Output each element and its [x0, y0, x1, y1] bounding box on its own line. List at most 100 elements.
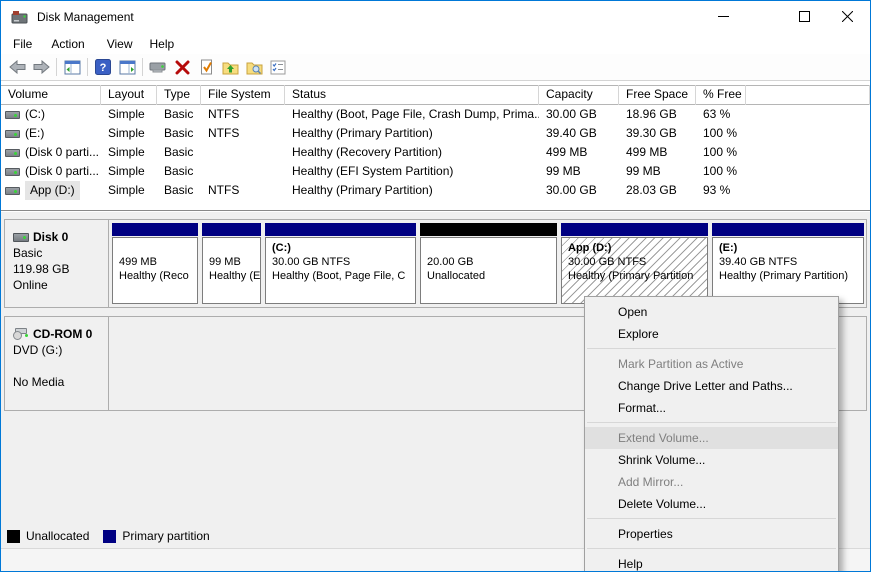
explore-folder-button[interactable] [242, 56, 266, 78]
partition-size: 99 MB [209, 255, 260, 269]
disk-icon [13, 233, 29, 242]
unallocated-swatch [7, 530, 20, 543]
minimize-button[interactable] [706, 1, 740, 31]
partition-status: Healthy (Boot, Page File, C [272, 269, 415, 283]
disk-view-button[interactable] [146, 56, 170, 78]
folder-search-icon [246, 60, 263, 75]
menu-item-delete-volume[interactable]: Delete Volume... [585, 493, 838, 515]
properties-list-icon [270, 60, 286, 75]
partition-color-bar [112, 223, 198, 236]
column-header-layout[interactable]: Layout [101, 85, 157, 105]
partition-color-bar [561, 223, 708, 236]
menu-help[interactable]: Help [145, 35, 180, 53]
cell-type: Basic [157, 105, 201, 124]
menu-item-help[interactable]: Help [585, 553, 838, 572]
column-header-capacity[interactable]: Capacity [539, 85, 619, 105]
cell-layout: Simple [101, 181, 157, 200]
app-icon [11, 9, 28, 24]
partition-label: (E:) [719, 241, 863, 255]
menu-view[interactable]: View [102, 35, 138, 53]
partition-status: Healthy (Primary Partition) [719, 269, 863, 283]
mark-active-button[interactable] [194, 56, 218, 78]
properties-list-button[interactable] [266, 56, 290, 78]
forward-icon [33, 60, 50, 74]
volume-name: (Disk 0 parti... [25, 162, 99, 181]
menu-file[interactable]: File [8, 35, 37, 53]
volume-icon [5, 168, 20, 176]
volume-row-app-d[interactable]: App (D:) Simple Basic NTFS Healthy (Prim… [1, 181, 870, 200]
cell-pct-free: 100 % [696, 124, 746, 143]
cell-capacity: 30.00 GB [539, 181, 619, 200]
menu-item-open[interactable]: Open [585, 301, 838, 323]
toolbar-separator [87, 58, 88, 76]
forward-button[interactable] [29, 56, 53, 78]
column-header-free-space[interactable]: Free Space [619, 85, 696, 105]
close-button[interactable] [830, 1, 864, 31]
cell-free-space: 18.96 GB [619, 105, 696, 124]
partition-label [427, 241, 556, 255]
back-icon [9, 60, 26, 74]
menu-item-format[interactable]: Format... [585, 397, 838, 419]
partition-e[interactable]: (E:) 39.40 GB NTFS Healthy (Primary Part… [712, 223, 864, 304]
column-header-file-system[interactable]: File System [201, 85, 285, 105]
volume-row-efi[interactable]: (Disk 0 parti... Simple Basic Healthy (E… [1, 162, 870, 181]
delete-volume-button[interactable] [170, 56, 194, 78]
show-action-pane-button[interactable] [115, 56, 139, 78]
menu-item-explore[interactable]: Explore [585, 323, 838, 345]
volume-row-recovery[interactable]: (Disk 0 parti... Simple Basic Healthy (R… [1, 143, 870, 162]
column-header-filler [746, 85, 870, 105]
back-button[interactable] [5, 56, 29, 78]
partition-status: Healthy (Reco [119, 269, 197, 283]
column-header-status[interactable]: Status [285, 85, 539, 105]
cell-status: Healthy (EFI System Partition) [285, 162, 539, 181]
cell-pct-free: 93 % [696, 181, 746, 200]
menu-item-change-drive-letter[interactable]: Change Drive Letter and Paths... [585, 375, 838, 397]
volume-name: (E:) [25, 124, 44, 143]
cell-capacity: 39.40 GB [539, 124, 619, 143]
cell-layout: Simple [101, 143, 157, 162]
column-header-pct-free[interactable]: % Free [696, 85, 746, 105]
volume-icon [5, 149, 20, 157]
legend-label: Unallocated [26, 529, 89, 543]
toolbar: ? [1, 54, 870, 81]
legend-bar: Unallocated Primary partition [7, 526, 210, 546]
partition-label: (C:) [272, 241, 415, 255]
partition-recovery[interactable]: 499 MB Healthy (Reco [112, 223, 198, 304]
cell-capacity: 99 MB [539, 162, 619, 181]
partition-status: Healthy (E [209, 269, 260, 283]
volume-name: (C:) [25, 105, 45, 124]
partition-unallocated[interactable]: 20.00 GB Unallocated [420, 223, 557, 304]
cell-type: Basic [157, 124, 201, 143]
help-button[interactable]: ? [91, 56, 115, 78]
maximize-button[interactable] [787, 1, 821, 31]
menu-item-properties[interactable]: Properties [585, 523, 838, 545]
partition-context-menu: Open Explore Mark Partition as Active Ch… [584, 296, 839, 572]
cell-file-system [201, 143, 285, 162]
cdrom-0-panel[interactable]: CD-ROM 0 DVD (G:) No Media [5, 317, 109, 410]
volume-list-pane: Volume Layout Type File System Status Ca… [1, 81, 870, 211]
show-console-tree-button[interactable] [60, 56, 84, 78]
column-header-volume[interactable]: Volume [1, 85, 101, 105]
partition-app-d-selected[interactable]: App (D:) 30.00 GB NTFS Healthy (Primary … [561, 223, 708, 304]
partition-label: App (D:) [568, 241, 707, 255]
partitions-strip: 499 MB Healthy (Reco 99 MB Healthy (E [109, 220, 866, 307]
partition-size: 30.00 GB NTFS [568, 255, 707, 269]
menu-separator [587, 548, 836, 549]
cell-file-system [201, 162, 285, 181]
cdrom-media-status: No Media [13, 374, 108, 390]
cell-free-space: 99 MB [619, 162, 696, 181]
cdrom-icon [13, 328, 29, 340]
minimize-icon [718, 11, 729, 22]
partition-c[interactable]: (C:) 30.00 GB NTFS Healthy (Boot, Page F… [265, 223, 416, 304]
menu-item-shrink-volume[interactable]: Shrink Volume... [585, 449, 838, 471]
disk-0-panel[interactable]: Disk 0 Basic 119.98 GB Online [5, 220, 109, 307]
volume-row-e[interactable]: (E:) Simple Basic NTFS Healthy (Primary … [1, 124, 870, 143]
cell-status: Healthy (Recovery Partition) [285, 143, 539, 162]
column-header-type[interactable]: Type [157, 85, 201, 105]
volume-row-c[interactable]: (C:) Simple Basic NTFS Healthy (Boot, Pa… [1, 105, 870, 124]
partition-efi[interactable]: 99 MB Healthy (E [202, 223, 261, 304]
menu-item-extend-volume: Extend Volume... [585, 427, 838, 449]
open-folder-button[interactable] [218, 56, 242, 78]
menu-action[interactable]: Action [46, 35, 89, 53]
menu-bar: File Action View Help [1, 33, 870, 54]
